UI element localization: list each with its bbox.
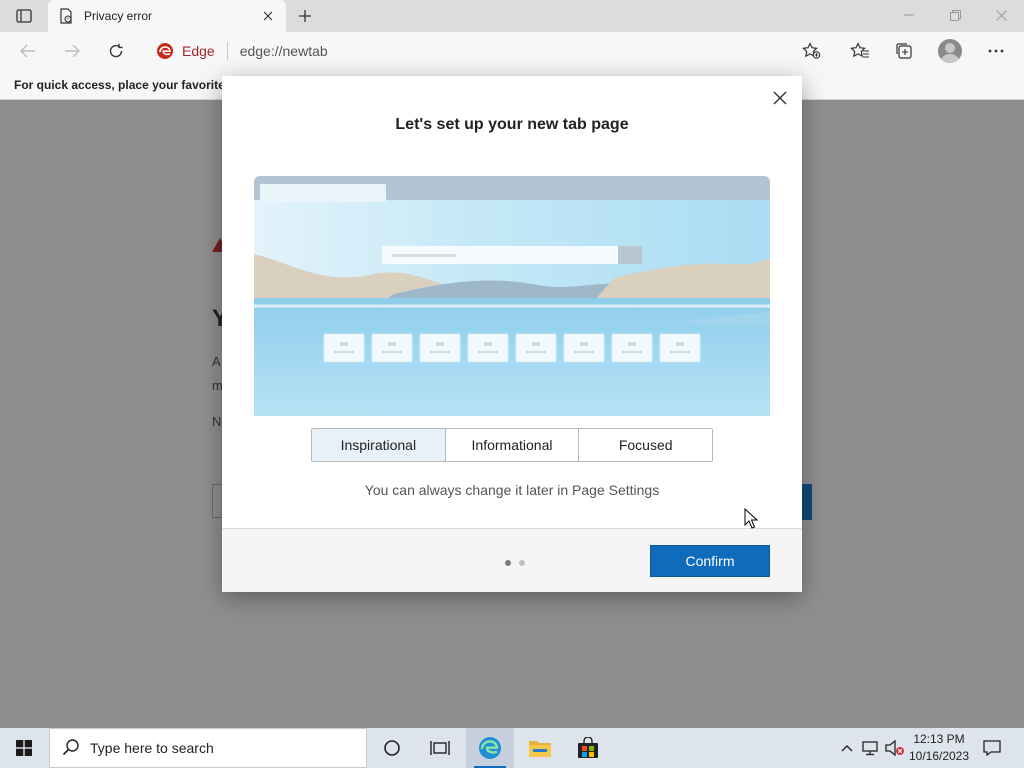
- tab-bar: Privacy error: [0, 0, 1024, 32]
- clock-date: 10/16/2023: [908, 749, 970, 763]
- site-identity-label: Edge: [182, 43, 215, 59]
- tab-close-icon[interactable]: [260, 8, 276, 24]
- cortana-icon[interactable]: [368, 728, 416, 768]
- forward-arrow-icon[interactable]: [60, 39, 84, 63]
- clock-time: 12:13 PM: [913, 732, 965, 746]
- windows-start-icon[interactable]: [0, 728, 48, 768]
- restore-icon[interactable]: [932, 0, 978, 30]
- pager-dots: [505, 560, 525, 566]
- confirm-button[interactable]: Confirm: [650, 545, 770, 577]
- helper-text: You can always change it later in Page S…: [364, 482, 660, 498]
- dialog-title: Let's set up your new tab page: [395, 116, 629, 133]
- dialog-footer: Confirm: [222, 528, 802, 592]
- layout-preview-image: [254, 176, 770, 416]
- favorites-hint-text: For quick access, place your favorites h: [14, 77, 243, 92]
- background-text-line: A: [212, 354, 221, 369]
- pager-dot-current: [505, 560, 511, 566]
- layout-selector: Inspirational Informational Focused: [311, 428, 713, 462]
- layout-option-focused[interactable]: Focused: [579, 429, 713, 461]
- close-icon[interactable]: [770, 88, 790, 108]
- edge-taskbar-icon[interactable]: [466, 728, 514, 768]
- notifications-icon[interactable]: [978, 728, 1006, 768]
- layout-option-informational[interactable]: Informational: [445, 429, 580, 461]
- background-text-line: N: [212, 414, 222, 429]
- more-menu-icon[interactable]: [984, 39, 1008, 63]
- layout-option-inspirational[interactable]: Inspirational: [312, 429, 446, 461]
- document-warning-icon: [58, 8, 74, 24]
- favorites-icon[interactable]: [848, 39, 872, 63]
- search-placeholder: Type here to search: [90, 740, 214, 756]
- network-icon[interactable]: [860, 728, 882, 768]
- new-tab-icon[interactable]: [294, 6, 316, 26]
- file-explorer-icon[interactable]: [516, 728, 564, 768]
- add-favorite-icon[interactable]: [800, 39, 824, 63]
- edge-logo-icon: [156, 42, 174, 60]
- search-icon: [62, 738, 80, 759]
- tab-actions-icon[interactable]: [10, 6, 38, 26]
- taskbar: Type here to search 12:13 PM 10/16/2023: [0, 728, 1024, 768]
- address-separator: [226, 42, 228, 60]
- collections-icon[interactable]: [892, 39, 916, 63]
- taskbar-search-box[interactable]: Type here to search: [49, 728, 367, 768]
- back-arrow-icon[interactable]: [16, 39, 40, 63]
- profile-avatar[interactable]: [938, 39, 962, 63]
- pager-dot: [519, 560, 525, 566]
- minimize-icon[interactable]: [886, 0, 932, 30]
- tab-title: Privacy error: [84, 9, 153, 23]
- url-text: edge://newtab: [239, 43, 328, 59]
- system-clock[interactable]: 12:13 PM 10/16/2023: [904, 731, 974, 765]
- new-tab-setup-dialog: Let's set up your new tab page Inspirati…: [222, 76, 802, 592]
- refresh-icon[interactable]: [104, 39, 128, 63]
- show-hidden-icons-chevron-icon[interactable]: [836, 728, 858, 768]
- close-window-icon[interactable]: [978, 0, 1024, 30]
- volume-muted-icon[interactable]: [884, 728, 906, 768]
- address-bar[interactable]: Edge edge://newtab: [144, 36, 836, 66]
- microsoft-store-icon[interactable]: [564, 728, 612, 768]
- task-view-icon[interactable]: [416, 728, 464, 768]
- active-tab[interactable]: Privacy error: [48, 0, 286, 32]
- mouse-cursor-icon: [744, 508, 758, 529]
- browser-toolbar: Edge edge://newtab: [0, 32, 1024, 70]
